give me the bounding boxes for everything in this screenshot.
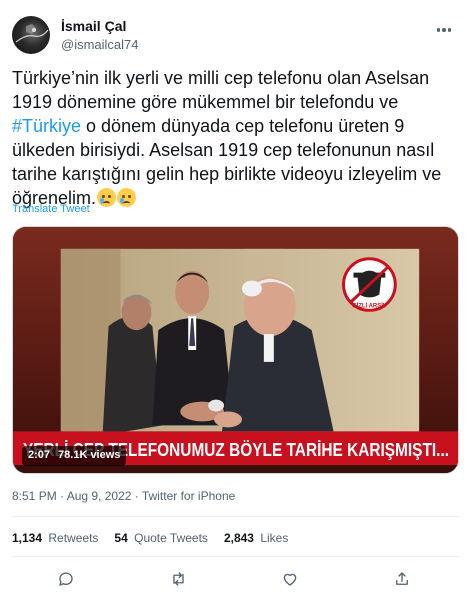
tweet-source[interactable]: Twitter for iPhone [142,489,235,503]
reply-icon[interactable] [55,568,77,590]
video-thumbnail: GİZLİ ARŞİV YERLİ CEP TELEFONUMUZ BÖYLE … [13,227,458,473]
video-duration-badge: 2:07 78.1K views [22,446,127,466]
retweet-icon[interactable] [167,568,189,590]
retweets-stat[interactable]: 1,134 Retweets [12,531,98,545]
retweets-label: Retweets [48,531,99,545]
tweet-header: İsmail Çal @ismailcal74 [12,10,459,56]
more-options-icon[interactable] [433,20,455,40]
quote-tweets-count: 54 [114,531,128,545]
tweet-text: Türkiye’nin ilk yerli ve milli cep telef… [12,66,459,210]
retweets-count: 1,134 [12,531,43,545]
tweet-time[interactable]: 8:51 PM [12,489,57,503]
video-views: 78.1K views [58,449,121,461]
tweet-stats: 1,134 Retweets 54 Quote Tweets 2,843 Lik… [12,531,288,545]
crying-face-emoji [97,188,117,207]
tweet-text-part1: Türkiye’nin ilk yerli ve milli cep telef… [12,68,430,112]
video-duration: 2:07 [28,449,51,461]
tweet-date[interactable]: Aug 9, 2022 [67,489,132,503]
tweet-meta: 8:51 PM · Aug 9, 2022 · Twitter for iPho… [12,489,235,503]
like-icon[interactable] [279,568,301,590]
likes-count: 2,843 [223,531,254,545]
video-player[interactable]: GİZLİ ARŞİV YERLİ CEP TELEFONUMUZ BÖYLE … [12,226,459,474]
quote-tweets-label: Quote Tweets [134,531,208,545]
translate-tweet-link[interactable]: Translate Tweet [12,203,90,215]
share-icon[interactable] [391,568,413,590]
tweet-actions [12,568,459,590]
crying-face-emoji [117,188,137,207]
meta-separator: · [60,489,65,503]
likes-stat[interactable]: 2,843 Likes [224,531,288,545]
avatar[interactable] [12,16,50,54]
divider [12,556,459,557]
likes-label: Likes [260,531,289,545]
hashtag-link[interactable]: #Türkiye [12,116,81,136]
author-name[interactable]: İsmail Çal [61,18,126,34]
meta-separator: · [134,489,139,503]
author-handle[interactable]: @ismailcal74 [61,37,139,52]
divider [12,516,459,517]
quote-tweets-stat[interactable]: 54 Quote Tweets [114,531,208,545]
watermark-text: GİZLİ ARŞİV [352,302,387,309]
